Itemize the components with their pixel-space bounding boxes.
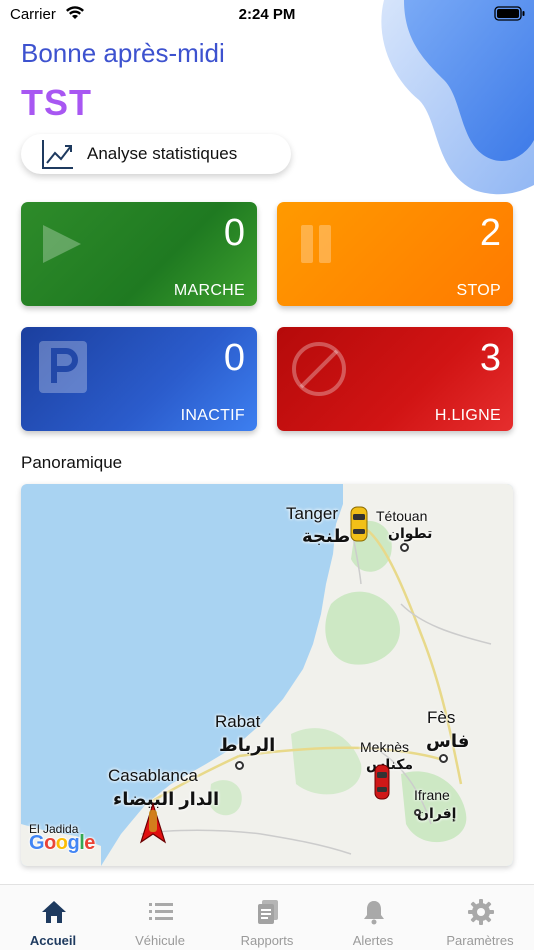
card-stop-label: STOP xyxy=(456,282,501,299)
list-icon xyxy=(149,903,173,920)
map-label-fes-ar: فاس xyxy=(426,731,470,751)
card-marche-label: MARCHE xyxy=(173,282,245,299)
map-label-rabat-ar: الرباط xyxy=(219,735,276,755)
map-dot-ifrane xyxy=(414,809,421,816)
statistics-button[interactable]: Analyse statistiques xyxy=(21,134,291,174)
card-hligne-count: 3 xyxy=(479,337,501,379)
tab-vehicule[interactable]: Véhicule xyxy=(107,885,213,950)
map-dot-rabat xyxy=(235,761,244,770)
google-logo: Google xyxy=(29,832,95,854)
tab-accueil[interactable]: Accueil xyxy=(0,885,106,950)
company-name: TST xyxy=(21,82,92,123)
card-inactif-count: 0 xyxy=(223,337,245,379)
card-marche[interactable]: 0 MARCHE xyxy=(21,202,257,306)
gear-icon xyxy=(468,899,494,925)
card-marche-count: 0 xyxy=(223,212,245,254)
clock-label: 2:24 PM xyxy=(238,6,296,23)
play-icon xyxy=(43,225,81,263)
panorama-map[interactable]: Tanger طنجة Tétouan تطوان Rabat الرباط C… xyxy=(21,484,513,866)
map-label-tanger-ar: طنجة xyxy=(302,526,351,546)
bottom-tab-bar: Accueil Véhicule Rapports Alertes Paramè… xyxy=(0,884,534,950)
tab-parametres-label: Paramètres xyxy=(446,933,514,948)
card-stop[interactable]: 2 STOP xyxy=(277,202,513,306)
card-inactif[interactable]: 0 INACTIF xyxy=(21,327,257,431)
statistics-label: Analyse statistiques xyxy=(87,144,238,163)
tab-accueil-label: Accueil xyxy=(29,933,77,948)
map-label-ifrane-ar: إفران xyxy=(417,805,457,821)
tab-vehicule-label: Véhicule xyxy=(135,933,185,948)
tab-parametres[interactable]: Paramètres xyxy=(427,885,533,950)
greeting-title: Bonne après-midi xyxy=(21,38,225,68)
decorative-blob xyxy=(381,0,534,195)
map-label-ifrane: Ifrane xyxy=(414,787,450,803)
card-stop-count: 2 xyxy=(479,212,501,254)
map-label-tetouan-ar: تطوان xyxy=(388,525,433,541)
map-dot-tetouan xyxy=(400,543,409,552)
map-label-rabat: Rabat xyxy=(215,712,261,731)
map-label-tetouan: Tétouan xyxy=(376,508,428,524)
map-label-fes: Fès xyxy=(427,708,456,727)
tab-rapports[interactable]: Rapports xyxy=(214,885,320,950)
map-label-meknes: Meknès xyxy=(360,739,410,755)
battery-icon xyxy=(494,6,525,21)
card-hligne[interactable]: 3 H.LIGNE xyxy=(277,327,513,431)
pause-icon xyxy=(301,225,331,263)
map-label-casablanca: Casablanca xyxy=(108,766,198,785)
no-signal-icon xyxy=(292,342,346,396)
tab-alertes[interactable]: Alertes xyxy=(320,885,426,950)
vehicle-marker-red[interactable] xyxy=(373,764,391,800)
parking-icon xyxy=(39,341,87,393)
tab-rapports-label: Rapports xyxy=(240,933,294,948)
vehicle-marker-yellow[interactable] xyxy=(349,506,369,542)
status-bar: Carrier 2:24 PM xyxy=(0,0,534,30)
vehicle-marker-red-arrow[interactable] xyxy=(139,802,167,844)
card-hligne-label: H.LIGNE xyxy=(434,407,501,424)
bell-icon xyxy=(364,901,384,925)
card-inactif-label: INACTIF xyxy=(180,407,245,424)
home-icon xyxy=(42,901,66,923)
map-label-tanger: Tanger xyxy=(286,504,338,523)
chart-line-icon xyxy=(42,140,73,169)
map-dot-fes xyxy=(439,754,448,763)
panorama-title: Panoramique xyxy=(21,453,123,472)
tab-alertes-label: Alertes xyxy=(352,933,394,948)
report-icon xyxy=(258,900,278,924)
